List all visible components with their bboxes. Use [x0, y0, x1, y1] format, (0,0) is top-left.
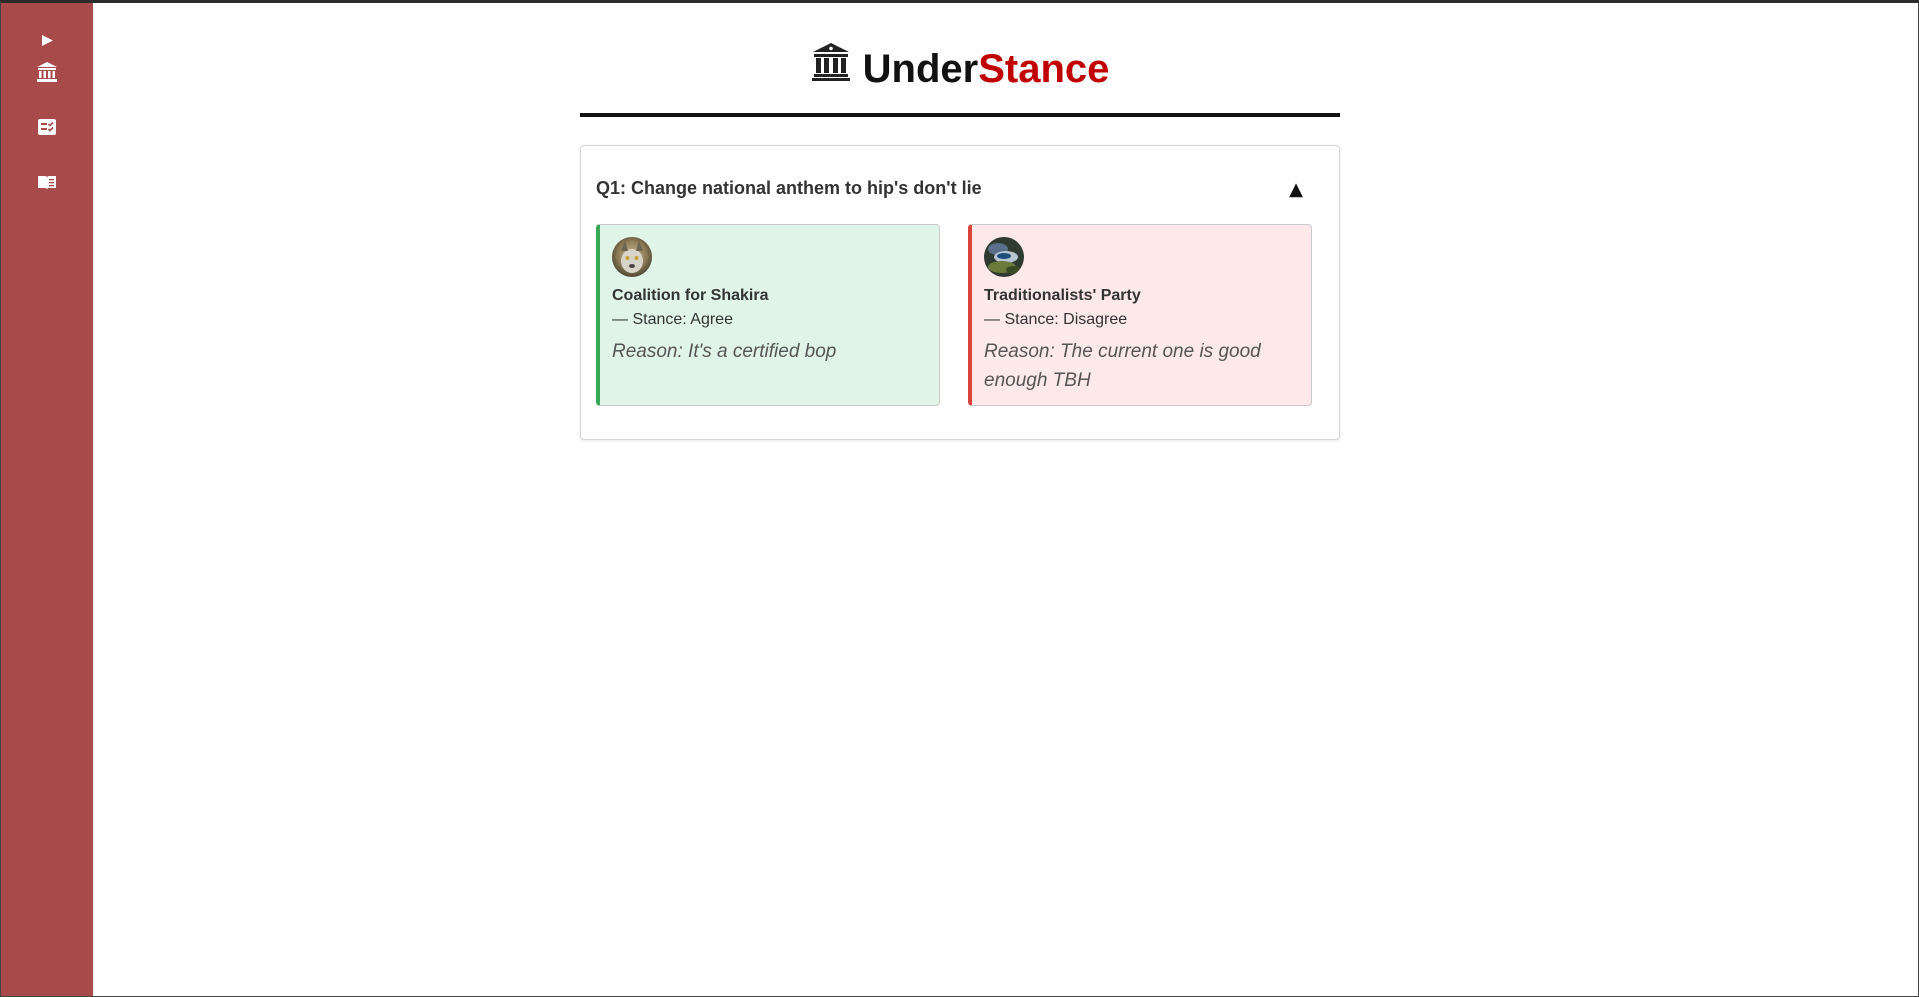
brand-under: Under — [862, 47, 979, 91]
party-name: Coalition for Shakira — [612, 287, 769, 304]
expand-sidebar-button[interactable] — [1, 29, 93, 51]
checklist-nav-button[interactable] — [1, 115, 93, 139]
checklist-icon — [38, 119, 56, 135]
reader-nav-button[interactable] — [1, 171, 93, 195]
main-content: Under Stance Q1: Change national anthem t… — [93, 3, 1918, 996]
bank-icon — [811, 42, 851, 91]
parliament-nav-button[interactable] — [1, 59, 93, 85]
party-stance: — Stance: Agree — [612, 311, 733, 328]
book-icon — [38, 176, 56, 190]
party-avatar — [612, 237, 652, 277]
party-reason: Reason: The current one is good enough T… — [984, 341, 1261, 391]
sidebar — [1, 3, 93, 996]
brand-stance: Stance — [978, 47, 1110, 91]
collapse-toggle-button[interactable]: ▲ — [1281, 174, 1311, 204]
party-reason: Reason: It's a certified bop — [612, 341, 837, 362]
question-card: Q1: Change national anthem to hip's don'… — [580, 145, 1340, 440]
party-avatar — [984, 237, 1024, 277]
party-card-disagree: Traditionalists' Party — Stance: Disagre… — [968, 224, 1312, 406]
brand-title: Under Stance — [811, 42, 1110, 91]
party-stance: — Stance: Disagree — [984, 311, 1128, 328]
play-triangle-icon — [41, 34, 53, 46]
party-name: Traditionalists' Party — [984, 287, 1141, 304]
question-title[interactable]: Q1: Change national anthem to hip's don'… — [596, 178, 982, 199]
bank-icon — [37, 62, 57, 82]
party-card-agree: Coalition for Shakira — Stance: Agree Re… — [596, 224, 940, 406]
page-header: Under Stance — [580, 42, 1340, 117]
